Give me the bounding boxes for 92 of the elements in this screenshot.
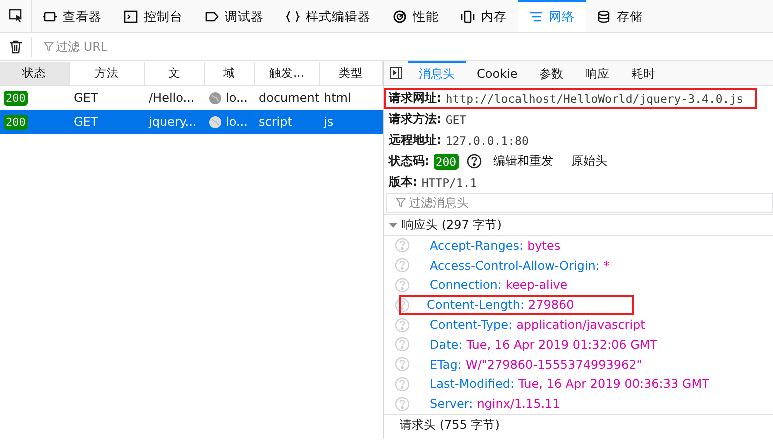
domain-text: lo... xyxy=(226,91,248,105)
column-header[interactable]: 文 xyxy=(145,62,205,85)
column-header[interactable]: 域 xyxy=(205,62,255,85)
panel-toggle-icon xyxy=(390,67,402,79)
header-value: Tue, 16 Apr 2019 01:32:06 GMT xyxy=(466,338,658,352)
toolbar-tab[interactable]: 内存 xyxy=(450,0,518,32)
field-value: http://localhost/HelloWorld/jquery-3.4.0.js xyxy=(446,92,744,106)
status-badge: 200 xyxy=(4,114,28,130)
field-label: 状态码: xyxy=(389,153,430,170)
help-icon xyxy=(395,238,410,254)
method-text: GET xyxy=(74,91,98,105)
method-text: GET xyxy=(74,115,98,129)
filter-url-field[interactable]: 过滤 URL xyxy=(38,36,338,56)
field-label: 请求网址: xyxy=(389,90,442,107)
toolbar-tab[interactable]: 样式编辑器 xyxy=(275,0,382,32)
toolbar-tab[interactable]: 控制台 xyxy=(113,0,194,32)
header-value: W/"279860-1555374993962" xyxy=(466,358,642,372)
header-action-button[interactable]: 编辑和重发 xyxy=(494,153,554,170)
trash-icon xyxy=(8,40,22,54)
column-header[interactable]: 类型 xyxy=(320,62,383,85)
section-header[interactable]: 响应头 (297 字节) xyxy=(384,214,773,236)
header-value: keep-alive xyxy=(506,278,568,292)
header-value: 279860 xyxy=(528,298,574,312)
toolbar-tab[interactable]: 查看器 xyxy=(32,0,113,32)
type-text: html xyxy=(324,91,352,105)
filter-icon xyxy=(44,42,54,52)
header-name: Access-Control-Allow-Origin: xyxy=(430,258,600,273)
header-action-button[interactable]: 原始头 xyxy=(572,153,608,170)
header-value: nginx/1.15.11 xyxy=(477,397,560,412)
expanded-triangle-icon xyxy=(389,220,398,230)
toolbar-tab[interactable]: 存储 xyxy=(586,0,654,32)
column-header[interactable]: 方法 xyxy=(70,62,145,85)
section-header[interactable]: 请求头 (755 字节) xyxy=(384,414,773,436)
help-icon xyxy=(395,376,410,392)
field-label: 远程地址: xyxy=(389,132,442,149)
status-badge: 200 xyxy=(4,90,28,106)
panel-tab[interactable]: 参数 xyxy=(528,61,575,85)
help-icon xyxy=(395,337,410,352)
header-name: Content-Type: xyxy=(430,318,513,332)
header-name: ETag: xyxy=(430,358,462,372)
panel-tab[interactable]: 响应 xyxy=(574,61,621,85)
toolbar-tab[interactable]: 网络 xyxy=(518,0,586,32)
curly-braces-icon xyxy=(286,10,300,24)
header-value: application/javascript xyxy=(516,318,646,332)
gauge-icon xyxy=(393,10,407,24)
globe-icon xyxy=(209,92,222,104)
globe-icon xyxy=(209,116,222,128)
cursor-frame-icon xyxy=(8,9,22,23)
cause-text: script xyxy=(259,115,292,129)
header-value: bytes xyxy=(528,238,561,253)
help-icon xyxy=(395,298,410,313)
toolbar-tab[interactable]: 调试器 xyxy=(194,0,275,32)
status-badge: 200 xyxy=(434,154,459,170)
label-tag-icon xyxy=(205,10,219,24)
filter-headers-field[interactable]: 过滤消息头 xyxy=(386,193,773,213)
header-name: Accept-Ranges: xyxy=(430,238,524,253)
help-icon xyxy=(395,258,410,274)
field-value: GET xyxy=(446,112,467,126)
column-header[interactable]: 状态 xyxy=(0,62,70,85)
network-lines-icon xyxy=(529,10,543,24)
header-name: Server: xyxy=(430,397,474,412)
help-icon xyxy=(395,357,410,372)
request-row[interactable]: 200 GET /Hello... lo... document html xyxy=(0,86,383,110)
type-text: js xyxy=(324,115,334,129)
header-name: Date: xyxy=(430,338,463,352)
header-name: Content-Length: xyxy=(427,298,524,312)
help-icon xyxy=(466,154,482,169)
header-value: * xyxy=(604,258,610,273)
help-icon xyxy=(395,278,410,293)
field-label: 版本: xyxy=(389,174,418,191)
header-name: Last-Modified: xyxy=(430,377,515,392)
field-value: 127.0.0.1:80 xyxy=(446,134,529,148)
database-icon xyxy=(597,10,611,24)
panel-tab[interactable]: Cookie xyxy=(466,61,529,85)
domain-text: lo... xyxy=(226,115,248,129)
request-row[interactable]: 200 GET jquery... lo... script js xyxy=(0,110,383,134)
file-text: jquery... xyxy=(149,115,197,129)
console-icon xyxy=(124,10,138,24)
help-icon xyxy=(395,396,410,412)
memory-chip-icon xyxy=(461,10,475,24)
panel-tab[interactable]: 耗时 xyxy=(620,61,667,85)
file-text: /Hello... xyxy=(149,91,195,105)
filter-icon xyxy=(396,198,406,208)
toolbar-tab[interactable]: 性能 xyxy=(382,0,450,32)
column-header[interactable]: 触发... xyxy=(255,62,320,85)
header-name: Connection: xyxy=(430,278,502,292)
header-value: Tue, 16 Apr 2019 00:36:33 GMT xyxy=(518,377,710,392)
element-frame-icon xyxy=(43,10,57,24)
field-value: HTTP/1.1 xyxy=(422,176,478,190)
cause-text: document xyxy=(259,91,320,105)
help-icon xyxy=(395,318,410,333)
field-label: 请求方法: xyxy=(389,111,442,128)
